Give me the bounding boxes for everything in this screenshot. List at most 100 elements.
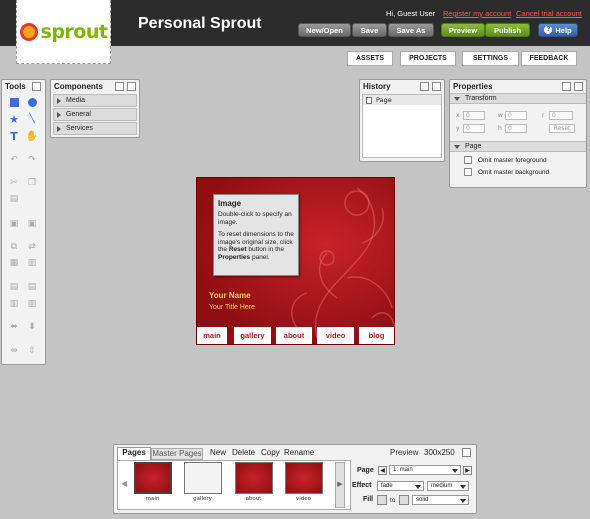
page-section[interactable]: Page [450, 141, 586, 152]
scroll-left-icon[interactable]: ◀ [121, 479, 127, 488]
y-field[interactable]: 0 [463, 124, 485, 133]
your-name-text[interactable]: Your Name [209, 291, 251, 300]
align-left-icon[interactable]: ▤ [8, 281, 20, 293]
prev-page-icon[interactable]: ◀ [378, 466, 387, 475]
nav-about-button[interactable]: about [276, 327, 312, 344]
register-account-link[interactable]: Register my account [443, 9, 511, 18]
tab-pages[interactable]: Pages [117, 447, 151, 460]
preview-size-toggle-icon[interactable] [462, 448, 471, 457]
nav-main-button[interactable]: main [197, 327, 227, 344]
cut-icon[interactable]: ✂ [8, 177, 20, 189]
save-button[interactable]: Save [352, 23, 387, 37]
fill-color-end-swatch[interactable] [399, 495, 409, 505]
rename-page-button[interactable]: Rename [284, 448, 314, 457]
lock-icon[interactable]: ▣ [8, 218, 20, 230]
fill-type-value: solid [416, 497, 429, 503]
fill-color-start-swatch[interactable] [377, 495, 387, 505]
publish-button[interactable]: Publish [485, 23, 530, 37]
rectangle-tool-icon[interactable] [8, 96, 20, 108]
image-tooltip: Image Double-click to specify an image. … [213, 194, 299, 276]
speed-select-value: medium [431, 483, 453, 489]
panel-toggle-icon[interactable] [32, 82, 41, 91]
unlock-icon[interactable]: ▣ [26, 218, 38, 230]
panel-toggle-icon[interactable] [115, 82, 124, 91]
panel-menu-icon[interactable] [127, 82, 136, 91]
app-logo[interactable]: sprout [16, 0, 111, 64]
rotation-field[interactable]: 0 [549, 111, 573, 120]
nav-gallery-button[interactable]: gallery [234, 327, 271, 344]
expand-icon [57, 125, 61, 132]
align-right-icon[interactable]: ▤ [26, 281, 38, 293]
page-thumb-main[interactable]: main [132, 462, 173, 502]
cancel-trial-link[interactable]: Cancel trial account [516, 9, 582, 18]
distribute-vertical-icon[interactable]: ⬍ [26, 321, 38, 333]
distribute-horizontal-icon[interactable]: ⬌ [8, 321, 20, 333]
page-thumb-about[interactable]: about [233, 462, 274, 502]
panel-menu-icon[interactable] [432, 82, 441, 91]
undo-icon[interactable]: ↶ [8, 154, 20, 166]
omit-background-checkbox[interactable] [464, 168, 472, 177]
bring-forward-icon[interactable]: ▦ [8, 257, 20, 269]
history-item[interactable]: Page [363, 95, 441, 105]
omit-background-option[interactable]: Omit master background [464, 167, 572, 179]
copy-icon[interactable]: ❐ [26, 177, 38, 189]
flip-vertical-icon[interactable]: ⇳ [26, 345, 38, 357]
redo-icon[interactable]: ↷ [26, 154, 38, 166]
next-page-icon[interactable]: ▶ [463, 466, 472, 475]
sprout-logo-icon [19, 22, 38, 41]
align-top-icon[interactable]: ▥ [8, 298, 20, 310]
help-button[interactable]: ? Help [538, 23, 578, 37]
component-general[interactable]: General [53, 108, 137, 121]
width-field[interactable]: 0 [505, 111, 527, 120]
panel-toggle-icon[interactable] [420, 82, 429, 91]
page-thumbnail-image [284, 462, 323, 494]
page-select[interactable]: 1: main [389, 465, 461, 475]
component-services[interactable]: Services [53, 122, 137, 135]
nav-blog-button[interactable]: blog [359, 327, 394, 344]
your-title-text[interactable]: Your Title Here [209, 304, 255, 311]
tooltip-reset-word: Reset [228, 246, 247, 254]
transform-section[interactable]: Transform [450, 93, 586, 104]
omit-foreground-option[interactable]: Omit master foreground [464, 155, 572, 167]
line-tool-icon[interactable]: ╲ [26, 113, 38, 125]
send-backward-icon[interactable]: ▥ [26, 257, 38, 269]
paste-icon[interactable]: ▤ [8, 193, 20, 205]
align-bottom-icon[interactable]: ▥ [26, 298, 38, 310]
preview-size-select[interactable]: 300x250 [424, 448, 455, 457]
tab-feedback[interactable]: FEEDBACK [521, 51, 577, 66]
page-thumb-gallery[interactable]: gallery [182, 462, 223, 502]
component-media[interactable]: Media [53, 94, 137, 107]
new-page-button[interactable]: New [210, 448, 226, 457]
star-tool-icon[interactable]: ★ [8, 113, 20, 126]
tab-settings[interactable]: SETTINGS [462, 51, 519, 66]
history-list: Page [362, 94, 442, 158]
nav-video-button[interactable]: video [317, 327, 354, 344]
copy-page-button[interactable]: Copy [261, 448, 280, 457]
flip-horizontal-icon[interactable]: ⇹ [8, 345, 20, 357]
tab-projects[interactable]: PROJECTS [400, 51, 456, 66]
new-open-button[interactable]: New/Open [298, 23, 351, 37]
hand-tool-icon[interactable]: ✋ [26, 130, 38, 142]
reset-button[interactable]: Reset [549, 124, 575, 133]
delete-page-button[interactable]: Delete [232, 448, 255, 457]
fill-type-select[interactable]: solid [412, 495, 469, 505]
x-field[interactable]: 0 [463, 111, 485, 120]
save-as-button[interactable]: Save As [388, 23, 434, 37]
tab-master-pages[interactable]: Master Pages [151, 448, 203, 460]
ungroup-icon[interactable]: ⇄ [26, 241, 38, 253]
tab-assets[interactable]: ASSETS [347, 51, 393, 66]
group-icon[interactable]: ⧉ [8, 241, 20, 253]
text-tool-icon[interactable]: T [8, 130, 20, 143]
preview-button[interactable]: Preview [441, 23, 485, 37]
panel-menu-icon[interactable] [574, 82, 583, 91]
effect-select[interactable]: fade [377, 481, 424, 491]
page-thumbnail-image [183, 462, 222, 494]
speed-select[interactable]: medium [427, 481, 469, 491]
page-thumb-video[interactable]: video [283, 462, 324, 502]
ellipse-tool-icon[interactable] [26, 96, 38, 108]
omit-foreground-checkbox[interactable] [464, 156, 472, 165]
panel-toggle-icon[interactable] [562, 82, 571, 91]
scroll-right-icon[interactable]: ▶ [335, 462, 345, 508]
tooltip-text: button in the [246, 246, 285, 254]
height-field[interactable]: 0 [505, 124, 527, 133]
